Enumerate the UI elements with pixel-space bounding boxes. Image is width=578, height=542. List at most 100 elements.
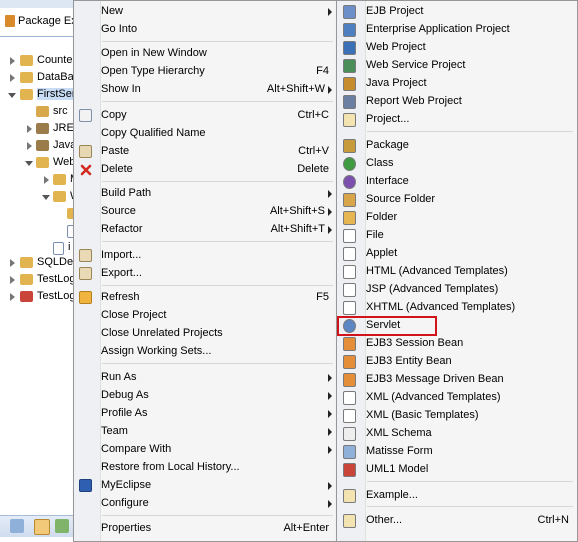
- tree-item-lib[interactable]: [0, 206, 80, 222]
- new-item-enterprise-application-project[interactable]: Enterprise Application Project: [337, 21, 577, 39]
- menu-item-build-path[interactable]: Build Path: [74, 185, 337, 203]
- menu-item-close-unrelated-projects[interactable]: Close Unrelated Projects: [74, 325, 337, 343]
- menu-item-copy[interactable]: Copy Ctrl+C: [74, 107, 337, 125]
- menu-item-copy-qualified-name[interactable]: Copy Qualified Name: [74, 125, 337, 143]
- new-item-xhtml-advanced-templates[interactable]: XHTML (Advanced Templates): [337, 299, 577, 317]
- expand-arrow-icon[interactable]: [27, 142, 32, 150]
- menu-item-label: Other...: [366, 514, 403, 526]
- new-item-web-service-project[interactable]: Web Service Project: [337, 57, 577, 75]
- menu-item-configure[interactable]: Configure: [74, 495, 337, 513]
- new-item-matisse-form[interactable]: Matisse Form: [337, 443, 577, 461]
- project-folder-icon: [20, 274, 33, 285]
- menu-item-label: Copy: [101, 109, 127, 121]
- expand-arrow-icon[interactable]: [44, 176, 49, 184]
- new-item-ejb3-message-driven-bean[interactable]: EJB3 Message Driven Bean: [337, 371, 577, 389]
- menu-separator: [102, 241, 333, 242]
- tree-item-testlog-1[interactable]: TestLog: [0, 272, 80, 288]
- menu-item-shortcut: Delete: [297, 163, 329, 175]
- menu-item-shortcut: Alt+Shift+S: [269, 205, 325, 217]
- submenu-arrow-icon: [328, 86, 332, 94]
- folder-icon: [53, 191, 66, 202]
- menu-item-export[interactable]: Export...: [74, 265, 337, 283]
- menu-item-new[interactable]: New: [74, 3, 337, 21]
- menu-item-profile-as[interactable]: Profile As: [74, 405, 337, 423]
- new-item-uml1-model[interactable]: UML1 Model: [337, 461, 577, 479]
- new-item-class[interactable]: Class: [337, 155, 577, 173]
- tree-item-index[interactable]: i: [0, 240, 80, 256]
- new-item-source-folder[interactable]: Source Folder: [337, 191, 577, 209]
- new-item-xml-basic-templates[interactable]: XML (Basic Templates): [337, 407, 577, 425]
- menu-item-team[interactable]: Team: [74, 423, 337, 441]
- new-item-ejb-project[interactable]: EJB Project: [337, 3, 577, 21]
- menu-item-refactor[interactable]: Refactor Alt+Shift+T: [74, 221, 337, 239]
- menu-separator: [102, 101, 333, 102]
- new-item-project[interactable]: Project...: [337, 111, 577, 129]
- highlight-box: [337, 316, 437, 336]
- menu-separator: [102, 363, 333, 364]
- new-item-web-project[interactable]: Web Project: [337, 39, 577, 57]
- menu-item-myeclipse[interactable]: MyEclipse: [74, 477, 337, 495]
- new-item-package[interactable]: Package: [337, 137, 577, 155]
- new-item-folder[interactable]: Folder: [337, 209, 577, 227]
- menu-item-open-type-hierarchy[interactable]: Open Type Hierarchy F4: [74, 63, 337, 81]
- tree-item-jre[interactable]: JRE: [0, 121, 80, 137]
- new-item-report-web-project[interactable]: Report Web Project: [337, 93, 577, 111]
- tree-item-meta-inf[interactable]: M: [0, 172, 80, 188]
- tree-item-web-xml[interactable]: [0, 223, 80, 239]
- new-item-ejb3-entity-bean[interactable]: EJB3 Entity Bean: [337, 353, 577, 371]
- menu-item-label: XML Schema: [366, 427, 432, 439]
- menu-item-close-project[interactable]: Close Project: [74, 307, 337, 325]
- expand-arrow-icon[interactable]: [10, 276, 15, 284]
- new-item-xml-advanced-templates[interactable]: XML (Advanced Templates): [337, 389, 577, 407]
- new-item-example[interactable]: Example...: [337, 487, 577, 505]
- menu-item-source[interactable]: Source Alt+Shift+S: [74, 203, 337, 221]
- menu-item-restore-from-local-history[interactable]: Restore from Local History...: [74, 459, 337, 477]
- new-item-interface[interactable]: Interface: [337, 173, 577, 191]
- menu-item-paste[interactable]: Paste Ctrl+V: [74, 143, 337, 161]
- folder-icon: [36, 157, 49, 168]
- collapse-arrow-icon[interactable]: [42, 195, 50, 200]
- collapse-arrow-icon[interactable]: [25, 161, 33, 166]
- hierarchy-icon[interactable]: [55, 519, 69, 533]
- package-explorer-icon[interactable]: [34, 519, 50, 535]
- menu-item-import[interactable]: Import...: [74, 247, 337, 265]
- menu-item-label: Paste: [101, 145, 130, 157]
- menu-item-go-into[interactable]: Go Into: [74, 21, 337, 39]
- menu-item-show-in[interactable]: Show In Alt+Shift+W: [74, 81, 337, 99]
- tree-item-label: src: [53, 105, 68, 117]
- tree-item-webroot[interactable]: Web: [0, 155, 80, 171]
- new-item-applet[interactable]: Applet: [337, 245, 577, 263]
- menu-item-compare-with[interactable]: Compare With: [74, 441, 337, 459]
- tree-item-firstservlet[interactable]: FirstSer: [0, 87, 80, 103]
- tree-item-counter[interactable]: Counter: [0, 53, 80, 69]
- tree-item-testlog-2[interactable]: TestLog: [0, 289, 80, 305]
- expand-arrow-icon[interactable]: [10, 293, 15, 301]
- outline-icon[interactable]: [10, 519, 24, 533]
- tree-item-src[interactable]: src: [0, 104, 80, 120]
- menu-item-assign-working-sets[interactable]: Assign Working Sets...: [74, 343, 337, 361]
- expand-arrow-icon[interactable]: [10, 259, 15, 267]
- menu-item-open-in-new-window[interactable]: Open in New Window: [74, 45, 337, 63]
- menu-item-properties[interactable]: Properties Alt+Enter: [74, 520, 337, 538]
- new-item-ejb3-session-bean[interactable]: EJB3 Session Bean: [337, 335, 577, 353]
- menu-item-debug-as[interactable]: Debug As: [74, 387, 337, 405]
- expand-arrow-icon[interactable]: [27, 125, 32, 133]
- tree-item-sqlder[interactable]: SQLDer: [0, 255, 80, 271]
- tree-item-java[interactable]: Java: [0, 138, 80, 154]
- new-item-html-advanced-templates[interactable]: HTML (Advanced Templates): [337, 263, 577, 281]
- expand-arrow-icon[interactable]: [10, 57, 15, 65]
- expand-arrow-icon[interactable]: [10, 74, 15, 82]
- new-item-java-project[interactable]: Java Project: [337, 75, 577, 93]
- collapse-arrow-icon[interactable]: [8, 93, 16, 98]
- project-error-icon: [20, 291, 33, 302]
- tree-item-web-inf[interactable]: W: [0, 189, 80, 205]
- tree-item-label: FirstSer: [37, 88, 76, 100]
- tree-item-databa[interactable]: DataBa: [0, 70, 80, 86]
- menu-item-refresh[interactable]: Refresh F5: [74, 289, 337, 307]
- new-item-xml-schema[interactable]: XML Schema: [337, 425, 577, 443]
- menu-item-delete[interactable]: Delete Delete: [74, 161, 337, 179]
- new-item-other[interactable]: Other... Ctrl+N: [337, 512, 577, 530]
- menu-item-run-as[interactable]: Run As: [74, 369, 337, 387]
- new-item-jsp-advanced-templates[interactable]: JSP (Advanced Templates): [337, 281, 577, 299]
- new-item-file[interactable]: File: [337, 227, 577, 245]
